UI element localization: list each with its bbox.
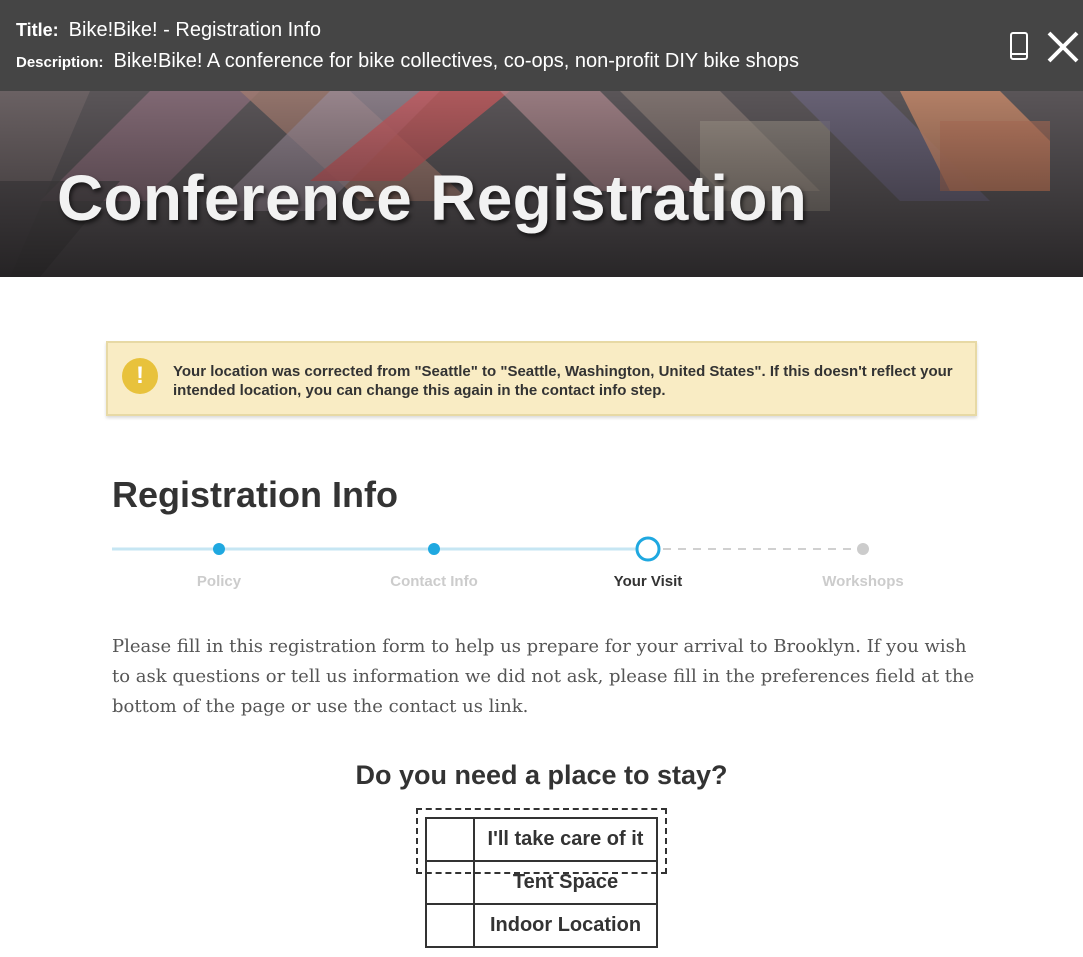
housing-options: I'll take care of it Tent Space Indoor L… (425, 817, 658, 948)
location-corrected-alert: ! Your location was corrected from "Seat… (106, 341, 977, 416)
option-label: Tent Space (512, 871, 619, 893)
registration-heading: Registration Info (112, 474, 398, 515)
page-title: Conference Registration (57, 162, 808, 234)
option-indoor-location[interactable]: Indoor Location (425, 903, 658, 948)
step-label-your-visit: Your Visit (613, 573, 683, 590)
option-checkbox[interactable] (427, 819, 475, 860)
step-dot-contact-info[interactable] (428, 543, 440, 555)
preview-title-row: Title: Bike!Bike! - Registration Info (16, 19, 321, 42)
step-dot-workshops (857, 543, 869, 555)
progress-track (112, 536, 869, 562)
preview-description-value: Bike!Bike! A conference for bike collect… (113, 50, 800, 72)
housing-question: Do you need a place to stay? (355, 760, 728, 790)
preview-description-label: Description: (16, 54, 104, 71)
option-self-arranged[interactable]: I'll take care of it (425, 817, 658, 862)
intro-paragraph: Please fill in this registration form to… (112, 636, 975, 717)
option-tent-space[interactable]: Tent Space (425, 860, 658, 905)
header-banner: Conference Registration (0, 91, 1083, 277)
step-dot-policy[interactable] (213, 543, 225, 555)
warning-icon: ! (122, 358, 158, 394)
option-checkbox[interactable] (427, 905, 475, 946)
option-label: Indoor Location (489, 914, 642, 936)
mobile-preview-icon[interactable] (1010, 32, 1028, 60)
option-checkbox[interactable] (427, 862, 475, 903)
step-label-contact-info[interactable]: Contact Info (334, 573, 534, 590)
step-label-policy[interactable]: Policy (119, 573, 319, 590)
progress-steps: Policy Contact Info Your Visit Workshops (112, 535, 972, 595)
preview-description-row: Description: Bike!Bike! A conference for … (16, 50, 799, 73)
close-icon[interactable] (1046, 30, 1080, 64)
option-label: I'll take care of it (487, 828, 644, 850)
preview-title-value: Bike!Bike! - Registration Info (68, 19, 322, 41)
step-dot-your-visit (635, 536, 661, 562)
preview-title-label: Title: (16, 20, 59, 40)
step-label-workshops: Workshops (822, 573, 904, 590)
preview-bar: Title: Bike!Bike! - Registration Info Des… (0, 0, 1083, 91)
alert-message: Your location was corrected from "Seattl… (173, 363, 953, 399)
